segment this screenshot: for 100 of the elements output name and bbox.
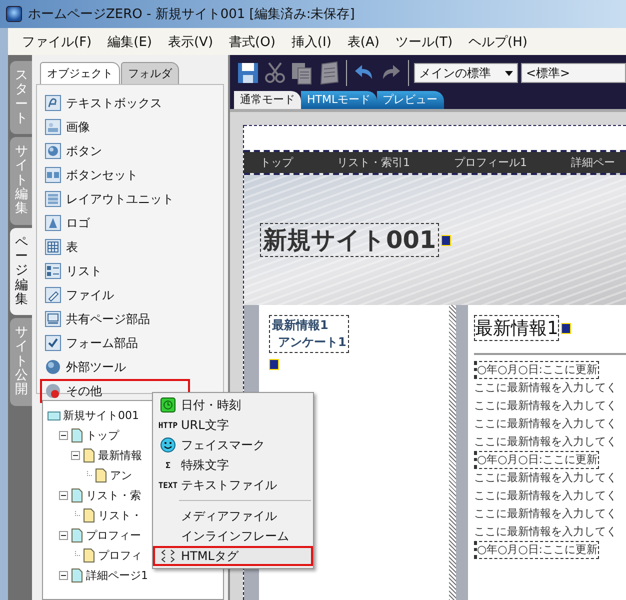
menu-item[interactable]: 書式(O) [221,32,284,50]
page-icon [82,448,96,462]
nav-link[interactable]: トップ [260,155,293,170]
object-item[interactable]: テキストボックス [40,91,190,115]
editor-tab[interactable]: プレビュー [376,91,444,109]
list-icon [45,263,61,279]
style-dropdown[interactable]: メインの標準 [414,63,518,83]
panel-tab[interactable]: オブジェクト [40,62,120,84]
logo-icon [45,215,61,231]
tree-item[interactable]: リスト・ [98,508,142,522]
body-text-line: ここに最新情報を入力してく [474,488,618,504]
menu-item[interactable]: HTTP URL文字 [153,415,313,435]
nav-link[interactable]: プロフィール1 [454,155,527,170]
page-icon [70,528,84,542]
window-icon [45,311,61,327]
nav-link[interactable]: 詳細ペー [571,155,615,170]
object-item[interactable]: 画像 [40,115,190,139]
side-tab[interactable]: ページ編集 [10,228,33,316]
menu-item[interactable]: TEXT テキストファイル [153,475,313,495]
menu-item[interactable]: ファイル(F) [14,32,100,50]
menu-item[interactable]: Σ 特殊文字 [153,455,313,475]
object-item[interactable]: リスト [40,259,190,283]
smiley-icon [160,437,176,453]
tree-item[interactable]: アン [110,468,132,482]
grid-icon [45,239,61,255]
menu-item[interactable]: 挿入(I) [283,32,340,50]
window-title: ホームページZERO - 新規サイト001 [編集済み:未保存] [28,6,355,23]
collapse-icon[interactable] [71,450,80,460]
object-item[interactable]: レイアウトユニット [40,187,190,211]
menu-item[interactable]: HTMLタグ [153,546,313,566]
body-text-line: ここに最新情報を入力してく [474,524,618,540]
site-title: 新規サイト001 [260,223,440,257]
panel-tab[interactable]: フォルダ [121,62,179,84]
tree-item[interactable]: 詳細ページ1 [86,568,148,582]
tree-item[interactable]: プロフィ [98,548,142,562]
menu-item[interactable]: ヘルプ(H) [460,32,536,50]
sidebar-link[interactable]: 最新情報1 [272,317,346,334]
collapse-icon[interactable] [59,570,68,580]
object-item[interactable]: ボタン [40,139,190,163]
editor-tab[interactable]: HTMLモード [301,91,377,109]
panels-icon [45,167,61,183]
tree-item[interactable]: プロフィー [86,528,141,542]
page-icon [94,468,108,482]
body-text-line: ここに最新情報を入力してく [474,506,618,522]
collapse-icon[interactable] [59,430,68,440]
font-dropdown[interactable]: <標準> [521,63,626,83]
app-icon [6,6,22,22]
menu-item[interactable]: インラインフレーム [153,526,313,546]
icon-label: HTTP [158,420,178,430]
menu-item[interactable]: 編集(E) [100,32,160,50]
return-marker-icon [269,359,279,370]
body-text-line: ここに最新情報を入力してく [474,398,618,414]
dropdown-arrow-icon [505,70,513,76]
nav-link[interactable]: リスト・索引1 [337,155,410,170]
checkbox-icon [45,335,61,351]
tree-item[interactable]: リスト・索 [86,488,141,502]
layout-icon [45,191,61,207]
save-icon [236,61,260,85]
scissors-icon [263,61,287,85]
object-item[interactable]: 外部ツール [40,355,190,379]
editor-tab[interactable]: 通常モード [234,91,301,109]
body-text-line: ここに最新情報を入力してく [474,416,618,432]
body-text-line: ここに最新情報を入力してく [474,470,618,486]
menu-item[interactable]: 表示(V) [160,32,222,50]
return-marker-icon [561,322,572,334]
tree-item[interactable]: 新規サイト001 [63,408,139,422]
tree-item[interactable]: トップ [86,428,119,442]
page-icon [82,508,96,522]
toolbar-button[interactable] [236,61,260,85]
image-icon [45,119,61,135]
menu-item[interactable]: メディアファイル [153,506,313,526]
content-heading: 最新情報1 [474,315,560,341]
ball-icon [45,143,61,159]
icon-label: Σ [166,460,170,470]
menu-item[interactable]: フェイスマーク [153,435,313,455]
object-item[interactable]: 表 [40,235,190,259]
menu-item[interactable]: 表(A) [339,32,388,50]
object-item[interactable]: ロゴ [40,211,190,235]
collapse-icon[interactable] [59,490,68,500]
pencil-icon [45,287,61,303]
body-text-line: ここに最新情報を入力してく [474,380,618,396]
body-text-line: ここに最新情報を入力してく [474,434,618,450]
object-item[interactable]: フォーム部品 [40,331,190,355]
page-icon [70,428,84,442]
code-tag-icon [160,548,176,564]
sidebar-link[interactable]: アンケート1 [272,334,346,351]
object-item[interactable]: ボタンセット [40,163,190,187]
globe-icon [45,359,61,375]
collapse-icon[interactable] [59,530,68,540]
object-item[interactable]: ファイル [40,283,190,307]
object-item[interactable]: 共有ページ部品 [40,307,190,331]
page-icon [82,548,96,562]
page-icon [70,488,84,502]
circle-icon [45,383,61,399]
menu-item[interactable]: ツール(T) [387,32,461,50]
clock-icon [160,397,176,413]
page-icon [70,568,84,582]
textbox-icon [45,95,61,111]
tree-item[interactable]: 最新情報 [98,448,142,462]
copy-icon [290,61,314,85]
